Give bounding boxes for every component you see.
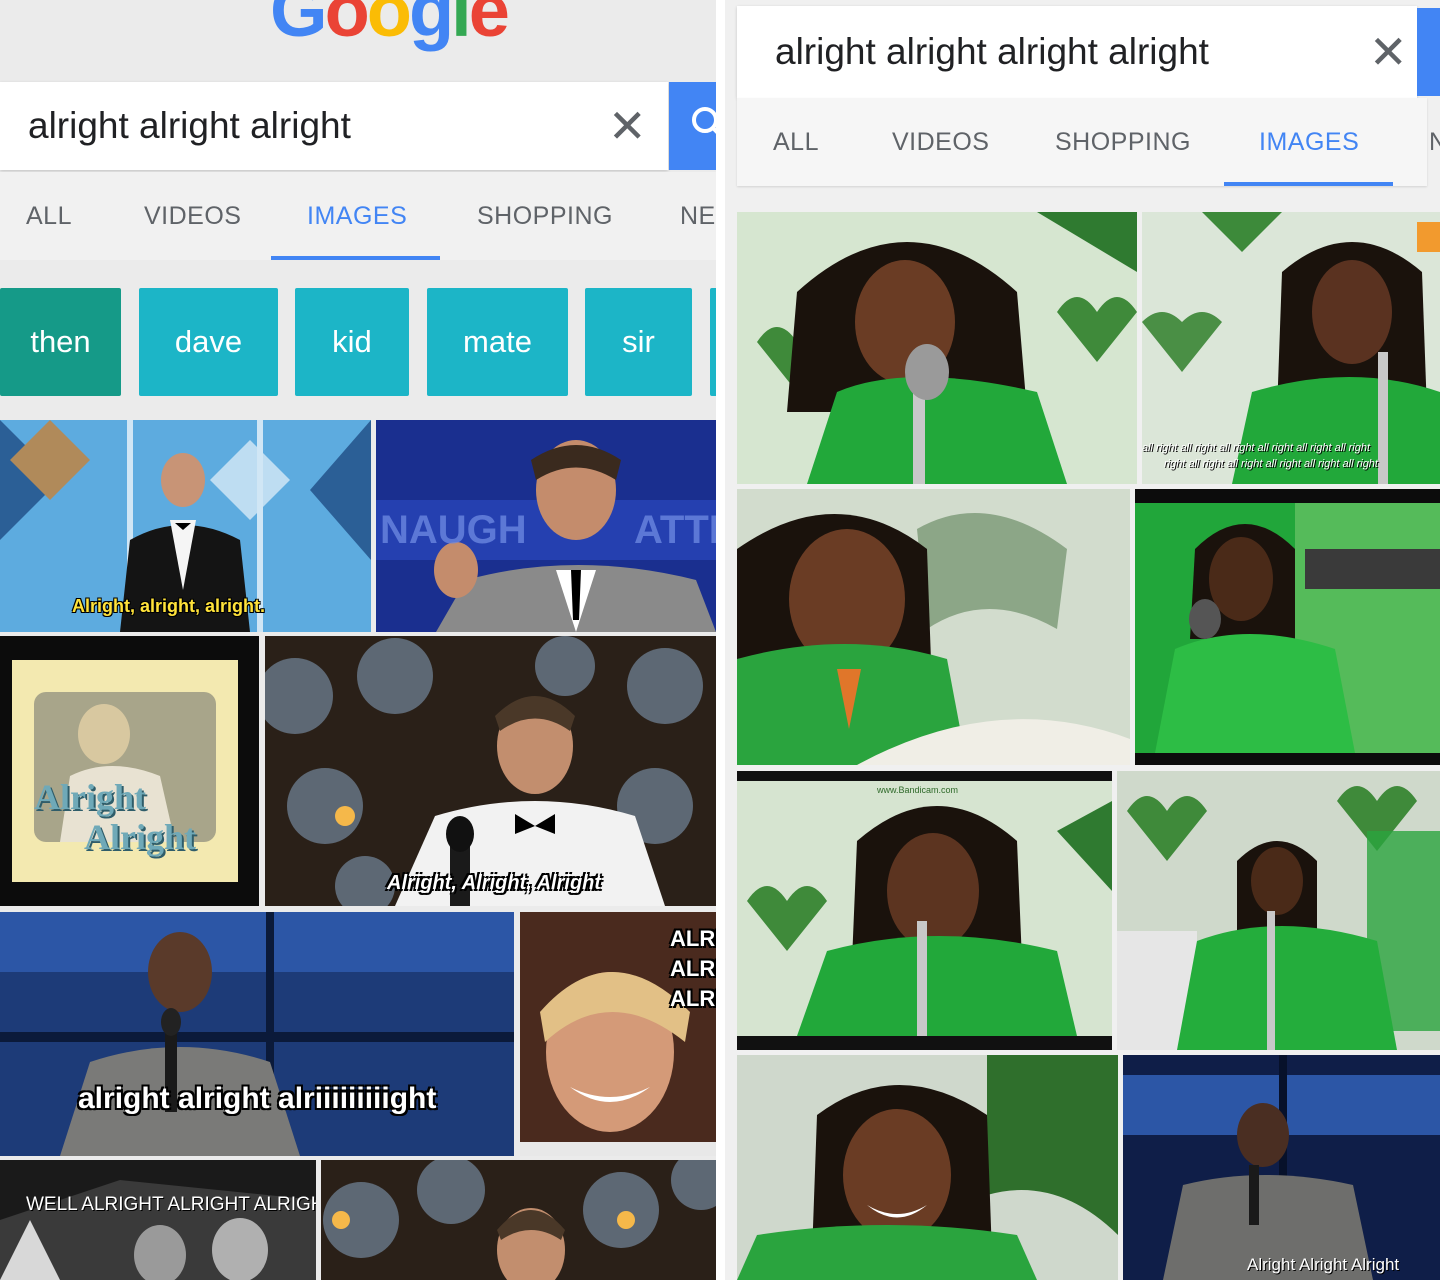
right-screenshot-panel: alright alright alright alright ✕ ALL VI… bbox=[725, 0, 1440, 1280]
image-caption: Alright, Alright, Alright bbox=[387, 872, 602, 894]
chip-mate[interactable]: mate bbox=[427, 288, 568, 396]
search-input[interactable]: alright alright alright ✕ bbox=[0, 82, 668, 170]
image-thumbnail bbox=[737, 771, 1112, 1050]
logo-letter-l: l bbox=[451, 0, 471, 52]
search-query-text: alright alright alright alright bbox=[775, 31, 1209, 72]
image-caption: ALRI bbox=[670, 926, 716, 951]
image-caption: Alright bbox=[34, 777, 146, 817]
tab-videos[interactable]: VIDEOS bbox=[892, 128, 989, 157]
image-thumbnail bbox=[737, 1055, 1118, 1280]
image-caption: Alright bbox=[84, 817, 196, 857]
image-result[interactable] bbox=[737, 212, 1137, 484]
image-result[interactable] bbox=[1117, 771, 1440, 1050]
image-result[interactable]: Alright Alright bbox=[0, 636, 259, 906]
search-query-text: alright alright alright bbox=[28, 105, 351, 146]
tab-shopping[interactable]: SHOPPING bbox=[477, 202, 613, 231]
image-caption: right all right all right all right all … bbox=[1164, 458, 1378, 470]
search-tabs: ALL VIDEOS SHOPPING IMAGES N bbox=[737, 98, 1440, 186]
search-button[interactable] bbox=[1417, 8, 1440, 96]
chip-then[interactable]: then bbox=[0, 288, 121, 396]
logo-letter-g: G bbox=[270, 0, 328, 52]
image-result[interactable]: alright alright alriiiiiiiiight bbox=[0, 912, 514, 1156]
active-tab-indicator bbox=[1224, 182, 1393, 186]
chip-sir[interactable]: sir bbox=[585, 288, 692, 396]
search-input[interactable]: alright alright alright alright ✕ bbox=[737, 6, 1417, 98]
logo-letter-o1: o bbox=[324, 0, 370, 52]
image-result[interactable]: WELL ALRIGHT ALRIGHT ALRIGHT bbox=[0, 1160, 316, 1280]
image-result[interactable]: all right all right all right all right … bbox=[1142, 212, 1440, 484]
image-caption: www.Bandicam.com bbox=[877, 785, 959, 795]
tab-images[interactable]: IMAGES bbox=[307, 202, 407, 231]
close-icon[interactable]: ✕ bbox=[1369, 29, 1408, 75]
search-tabs: ALL VIDEOS IMAGES SHOPPING NE bbox=[0, 172, 716, 260]
google-logo: Google bbox=[270, 0, 510, 53]
tab-all[interactable]: ALL bbox=[773, 128, 819, 157]
image-thumbnail bbox=[1135, 489, 1440, 765]
chip-kid[interactable]: kid bbox=[295, 288, 409, 396]
image-caption: ATTH bbox=[634, 508, 716, 552]
search-icon bbox=[692, 107, 716, 134]
image-thumbnail bbox=[1123, 1055, 1440, 1280]
image-caption: ALRI bbox=[670, 986, 716, 1011]
logo-letter-g2: g bbox=[408, 0, 454, 52]
image-thumbnail bbox=[0, 1160, 316, 1280]
image-result[interactable] bbox=[321, 1160, 716, 1280]
panel-divider bbox=[716, 0, 725, 1280]
image-caption: alright alright alriiiiiiiiight bbox=[78, 1082, 437, 1115]
search-button[interactable] bbox=[669, 82, 716, 170]
image-result[interactable] bbox=[1135, 489, 1440, 765]
image-thumbnail bbox=[0, 636, 259, 906]
tab-news[interactable]: N bbox=[1429, 128, 1440, 157]
image-result[interactable]: Alright, alright, alright. bbox=[0, 420, 371, 632]
image-result[interactable] bbox=[737, 1055, 1118, 1280]
image-thumbnail bbox=[0, 912, 514, 1156]
image-caption: WELL ALRIGHT ALRIGHT ALRIGHT bbox=[26, 1194, 316, 1215]
tab-news[interactable]: NE bbox=[680, 202, 716, 231]
image-thumbnail bbox=[265, 636, 716, 906]
image-caption: all right all right all right all right … bbox=[1142, 442, 1371, 454]
chip-dave[interactable]: dave bbox=[139, 288, 278, 396]
image-result[interactable] bbox=[737, 489, 1130, 765]
left-screenshot-panel: Google alright alright alright ✕ ALL VID… bbox=[0, 0, 716, 1280]
image-caption: Alright Alright Alright bbox=[1247, 1255, 1400, 1274]
logo-letter-e: e bbox=[468, 0, 510, 52]
tab-images[interactable]: IMAGES bbox=[1259, 128, 1359, 157]
image-caption: NAUGH bbox=[380, 508, 527, 552]
image-result[interactable]: Alright Alright Alright bbox=[1123, 1055, 1440, 1280]
tab-all[interactable]: ALL bbox=[26, 202, 72, 231]
image-result[interactable]: NAUGH ATTH bbox=[376, 420, 716, 632]
image-caption: Alright, alright, alright. bbox=[72, 596, 265, 616]
image-caption: ALRI bbox=[670, 956, 716, 981]
close-icon[interactable]: ✕ bbox=[608, 103, 647, 149]
tab-shopping[interactable]: SHOPPING bbox=[1055, 128, 1191, 157]
logo-letter-o2: o bbox=[366, 0, 412, 52]
image-thumbnail bbox=[737, 212, 1137, 484]
image-thumbnail bbox=[737, 489, 1130, 765]
image-result[interactable]: ALRI ALRI ALRI bbox=[520, 912, 716, 1156]
image-thumbnail bbox=[321, 1160, 716, 1280]
image-result[interactable]: Alright, Alright, Alright bbox=[265, 636, 716, 906]
image-result[interactable]: www.Bandicam.com bbox=[737, 771, 1112, 1050]
tab-videos[interactable]: VIDEOS bbox=[144, 202, 241, 231]
active-tab-indicator bbox=[271, 256, 440, 260]
image-thumbnail bbox=[1117, 771, 1440, 1050]
